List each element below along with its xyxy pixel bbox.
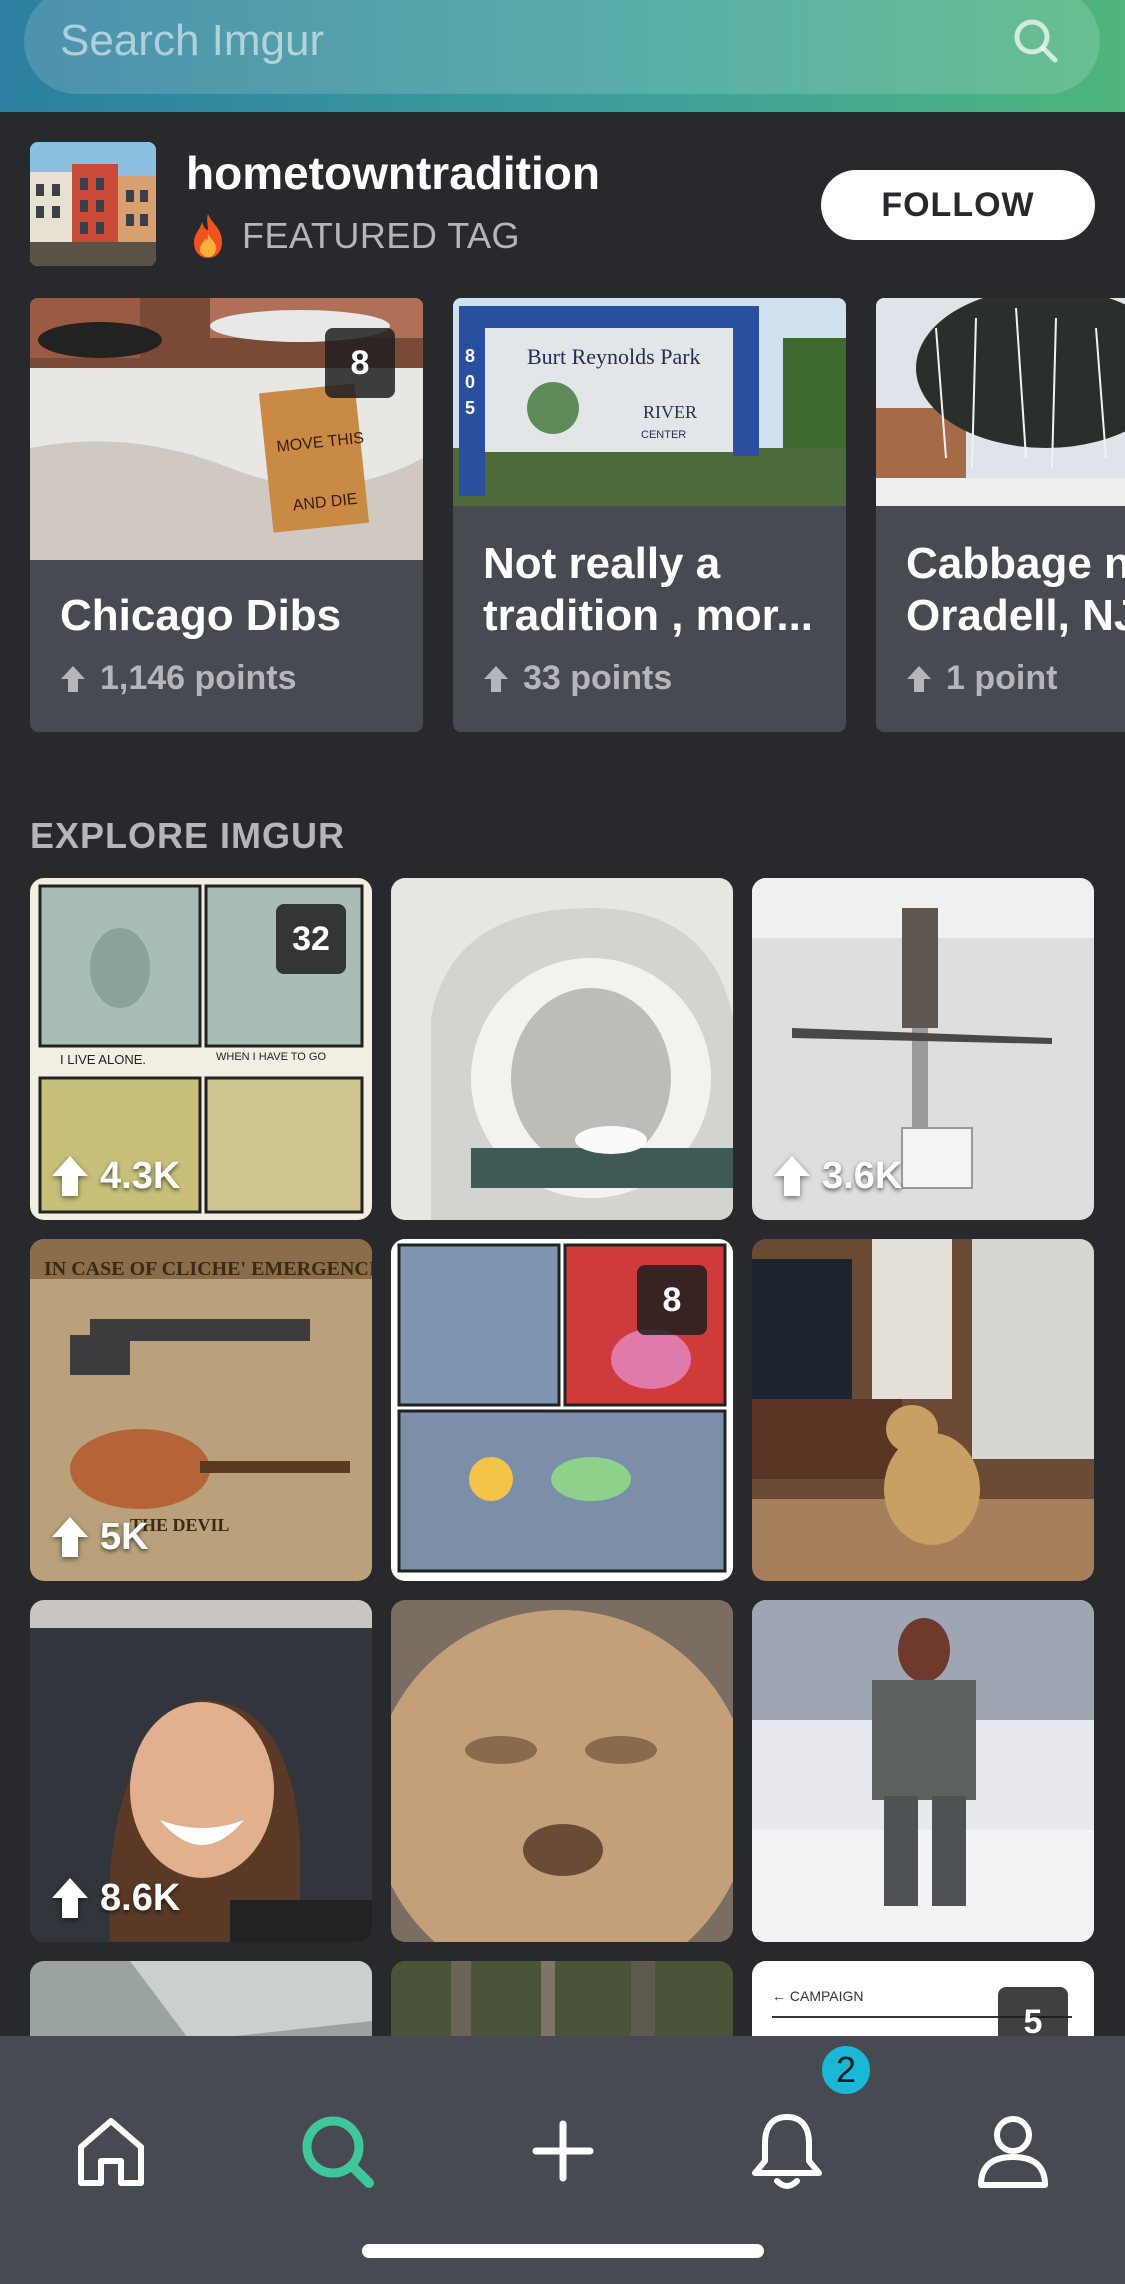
nav-profile[interactable]	[968, 2106, 1058, 2196]
card-title-line-1: Not really a	[483, 539, 721, 588]
explore-tile[interactable]: I LIVE ALONE. WHEN I HAVE TO GO 32 4.3K	[30, 878, 372, 1220]
svg-text:CENTER: CENTER	[641, 429, 686, 441]
score-label: 3.6K	[822, 1154, 903, 1197]
search-box[interactable]	[24, 0, 1100, 94]
tile-score: 3.6K	[772, 1154, 902, 1198]
post-thumbnail	[876, 298, 1125, 506]
explore-grid: I LIVE ALONE. WHEN I HAVE TO GO 32 4.3K	[30, 878, 1095, 2036]
svg-text:Burt Reynolds Park: Burt Reynolds Park	[527, 344, 701, 369]
explore-tile[interactable]	[752, 1239, 1094, 1581]
svg-text:8: 8	[465, 346, 475, 366]
featured-post-carousel[interactable]: MOVE THIS AND DIE 8 Chicago Dibs 1,146 p…	[30, 298, 1125, 734]
featured-tag-header: hometowntradition FEATURED TAG FOLLOW	[30, 142, 1095, 266]
explore-tile[interactable]	[391, 878, 733, 1220]
tile-image	[752, 1239, 1094, 1581]
search-input[interactable]	[60, 16, 1008, 66]
card-points: 33 points	[483, 659, 672, 698]
explore-heading: EXPLORE IMGUR	[30, 815, 346, 856]
explore-tile[interactable]	[391, 1961, 733, 2036]
tile-score: 8.6K	[50, 1876, 180, 1920]
home-icon[interactable]	[71, 2111, 151, 2191]
tile-image	[391, 878, 733, 1220]
explore-tile[interactable]	[391, 1600, 733, 1942]
card-title: Chicago Dibs	[60, 591, 342, 640]
fire-icon	[194, 214, 222, 258]
tile-score: 5K	[50, 1515, 149, 1559]
tile-image	[391, 1961, 733, 2036]
points-label: 1,146 points	[100, 659, 297, 697]
follow-button[interactable]: FOLLOW	[821, 170, 1095, 240]
nav-create[interactable]	[518, 2106, 608, 2196]
svg-text:WHEN I HAVE TO GO: WHEN I HAVE TO GO	[216, 1051, 326, 1063]
nav-notifications[interactable]	[742, 2106, 832, 2196]
search-icon[interactable]	[1008, 13, 1064, 69]
post-thumbnail: Burt Reynolds Park RIVER CENTER 8 0 5	[453, 298, 846, 506]
card-title-line-2: Oradell, NJ	[906, 591, 1125, 640]
upvote-icon	[484, 665, 508, 692]
explore-tile[interactable]	[752, 1600, 1094, 1942]
score-label: 8.6K	[100, 1876, 181, 1919]
upvote-icon	[52, 1156, 88, 1196]
score-label: 4.3K	[100, 1154, 181, 1197]
tile-image	[391, 1600, 733, 1942]
profile-icon[interactable]	[973, 2109, 1053, 2193]
upvote-icon	[52, 1517, 88, 1557]
upvote-icon	[907, 665, 931, 692]
bell-icon[interactable]	[747, 2109, 827, 2193]
score-label: 5K	[100, 1515, 149, 1558]
explore-tile[interactable]: IN CASE OF CLICHE' EMERGENCIES THE DEVIL…	[30, 1239, 372, 1581]
tile-image	[752, 1600, 1094, 1942]
card-points: 1 point	[906, 659, 1057, 698]
explore-tile[interactable]: ← CAMPAIGN 5	[752, 1961, 1094, 2036]
image-count-badge: 8	[325, 328, 395, 398]
card-title-line-1: Cabbage n	[906, 539, 1125, 588]
plus-icon[interactable]	[528, 2116, 598, 2186]
nav-search[interactable]	[292, 2106, 382, 2196]
tile-image	[30, 1961, 372, 2036]
nav-home[interactable]	[66, 2106, 156, 2196]
svg-text:I LIVE ALONE.: I LIVE ALONE.	[60, 1052, 146, 1067]
tag-subtitle: FEATURED TAG	[186, 212, 520, 260]
tile-score: 4.3K	[50, 1154, 180, 1198]
home-indicator[interactable]	[362, 2244, 764, 2258]
featured-post-card[interactable]: MOVE THIS AND DIE 8 Chicago Dibs 1,146 p…	[30, 298, 423, 732]
svg-text:← CAMPAIGN: ← CAMPAIGN	[772, 1988, 864, 2004]
svg-text:0: 0	[465, 372, 475, 392]
explore-tile[interactable]: 3.6K	[752, 878, 1094, 1220]
card-title-line-2: tradition , mor...	[483, 591, 814, 640]
explore-tile[interactable]	[30, 1961, 372, 2036]
featured-post-card[interactable]: Burt Reynolds Park RIVER CENTER 8 0 5 No…	[453, 298, 846, 732]
explore-tile[interactable]: 8	[391, 1239, 733, 1581]
points-label: 1 point	[946, 659, 1058, 697]
card-points: 1,146 points	[60, 659, 297, 698]
featured-tag-label: FEATURED TAG	[242, 215, 521, 256]
upvote-icon	[61, 665, 85, 692]
image-count-badge: 32	[276, 904, 346, 974]
image-count-badge: 5	[998, 1987, 1068, 2036]
upvote-icon	[52, 1878, 88, 1918]
tag-thumbnail[interactable]	[30, 142, 156, 266]
top-search-bar	[0, 0, 1125, 112]
upvote-icon	[774, 1156, 810, 1196]
search-icon[interactable]	[295, 2109, 379, 2193]
image-count-badge: 8	[637, 1265, 707, 1335]
points-label: 33 points	[523, 659, 673, 697]
tag-name[interactable]: hometowntradition	[186, 146, 600, 200]
notification-count-badge: 2	[818, 2042, 874, 2098]
svg-text:5: 5	[465, 398, 475, 418]
explore-tile[interactable]: 8.6K	[30, 1600, 372, 1942]
svg-text:RIVER: RIVER	[643, 402, 697, 422]
svg-text:IN CASE OF CLICHE' EMERGENCIES: IN CASE OF CLICHE' EMERGENCIES	[44, 1258, 372, 1280]
featured-post-card[interactable]: Cabbage n Oradell, NJ 1 point	[876, 298, 1125, 732]
